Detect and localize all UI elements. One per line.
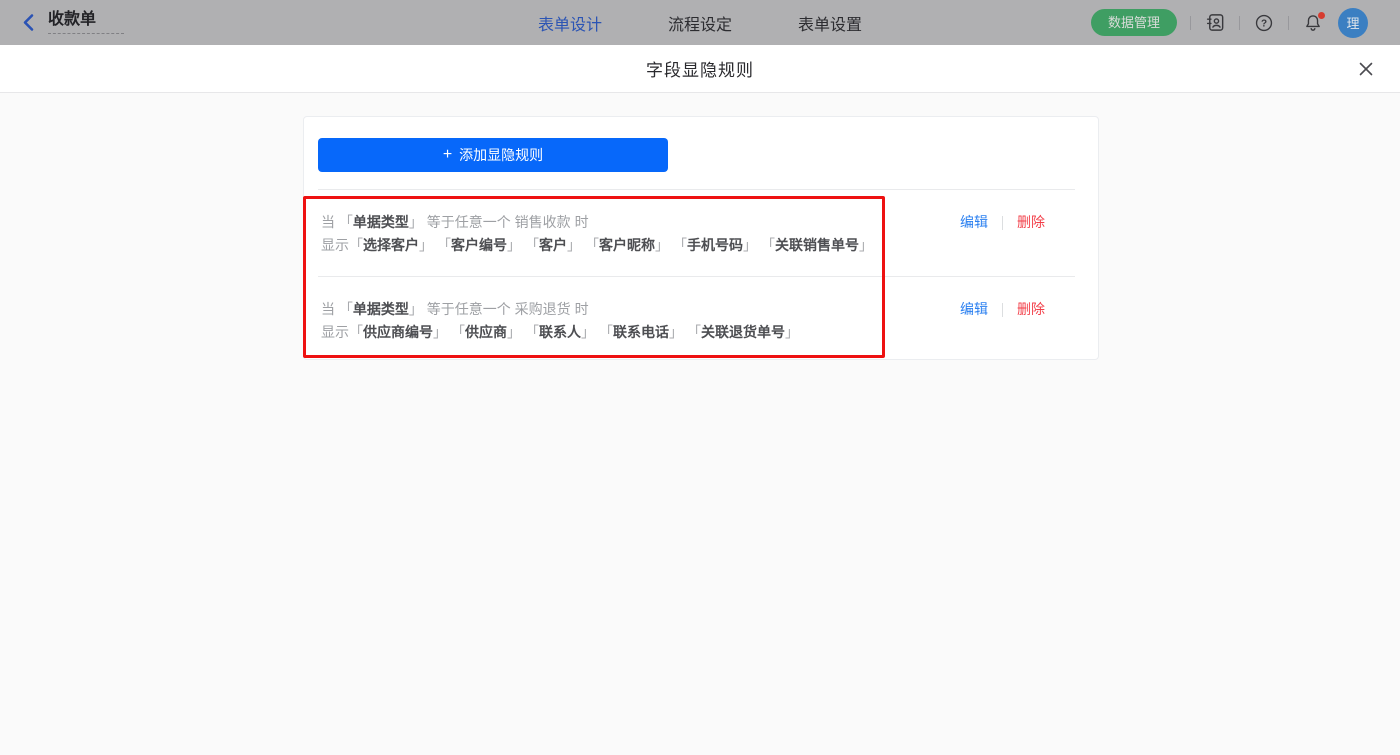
field-visibility-rules-panel: + 添加显隐规则 当 「单据类型」 等于任意一个 销售收款 时 显示「选择客户」… [0,93,1400,755]
condition-field: 单据类型 [353,214,409,230]
close-button[interactable] [1357,60,1375,78]
shown-field: 「供应商编号」 [349,324,447,340]
shown-field: 「客户编号」 [444,237,521,253]
svg-text:?: ? [1261,18,1267,29]
close-icon [1358,61,1374,77]
shown-field: 「客户昵称」 [592,237,669,253]
form-title-editable[interactable]: 收款单 [48,11,124,34]
show-prefix: 显示 [321,237,349,253]
rule-show-line: 显示「供应商编号」「供应商」「联系人」「联系电话」「关联退货单号」 [321,321,1081,344]
back-button[interactable] [20,12,40,34]
tab-form-design[interactable]: 表单设计 [538,11,602,35]
when-suffix: 时 [575,301,589,317]
add-rule-button[interactable]: + 添加显隐规则 [318,138,668,172]
rule-show-line: 显示「选择客户」「客户编号」「客户」「客户昵称」「手机号码」「关联销售单号」 [321,234,1081,257]
modal-title: 字段显隐规则 [646,56,754,81]
tab-workflow-settings[interactable]: 流程设定 [668,11,732,35]
show-prefix: 显示 [321,324,349,340]
when-prefix: 当 [321,301,335,317]
avatar[interactable]: 理 [1338,8,1368,38]
topbar-tabs: 表单设计 流程设定 表单设置 [538,0,862,45]
notification-dot [1318,12,1325,19]
plus-icon: + [443,147,452,163]
edit-link[interactable]: 编辑 [960,211,988,234]
condition-field: 单据类型 [353,301,409,317]
shown-fields-list: 「选择客户」「客户编号」「客户」「客户昵称」「手机号码」「关联销售单号」 [349,237,884,253]
condition-value: 采购退货 [515,301,571,317]
data-manage-button[interactable]: 数据管理 [1091,9,1177,36]
shown-field: 「供应商」 [458,324,521,340]
shown-field: 「关联销售单号」 [768,237,873,253]
rule-row: 当 「单据类型」 等于任意一个 采购退货 时 显示「供应商编号」「供应商」「联系… [304,277,1098,361]
shown-field: 「客户」 [532,237,581,253]
divider [1002,303,1003,317]
bracket: 」 [409,301,423,317]
delete-link[interactable]: 删除 [1017,211,1045,234]
condition-operator: 等于任意一个 [427,214,511,230]
shown-field: 「联系电话」 [606,324,683,340]
when-prefix: 当 [321,214,335,230]
rule-actions: 编辑 删除 [960,298,1045,321]
condition-operator: 等于任意一个 [427,301,511,317]
rule-actions: 编辑 删除 [960,211,1045,234]
bracket: 「 [339,301,353,317]
shown-field: 「选择客户」 [349,237,433,253]
divider [1002,216,1003,230]
divider [1190,16,1191,30]
topbar-right: 数据管理 ? 理 [1091,0,1368,45]
when-suffix: 时 [575,214,589,230]
divider [1239,16,1240,30]
help-icon[interactable]: ? [1253,12,1275,34]
condition-value: 销售收款 [515,214,571,230]
add-rule-label: 添加显隐规则 [459,145,543,165]
bracket: 」 [409,214,423,230]
form-title: 收款单 [48,11,96,28]
shown-field: 「关联退货单号」 [694,324,799,340]
bracket: 「 [339,214,353,230]
edit-link[interactable]: 编辑 [960,298,988,321]
notifications-button[interactable] [1302,12,1324,34]
tab-form-settings[interactable]: 表单设置 [798,11,862,35]
delete-link[interactable]: 删除 [1017,298,1045,321]
topbar: 收款单 表单设计 流程设定 表单设置 数据管理 ? [0,0,1400,45]
shown-field: 「手机号码」 [680,237,757,253]
contacts-icon[interactable] [1204,12,1226,34]
rules-card: + 添加显隐规则 当 「单据类型」 等于任意一个 销售收款 时 显示「选择客户」… [303,116,1099,360]
rule-row: 当 「单据类型」 等于任意一个 销售收款 时 显示「选择客户」「客户编号」「客户… [304,190,1098,276]
chevron-left-icon [20,13,37,32]
shown-fields-list: 「供应商编号」「供应商」「联系人」「联系电话」「关联退货单号」 [349,324,810,340]
divider [1288,16,1289,30]
modal-header: 字段显隐规则 [0,45,1400,93]
shown-field: 「联系人」 [532,324,595,340]
